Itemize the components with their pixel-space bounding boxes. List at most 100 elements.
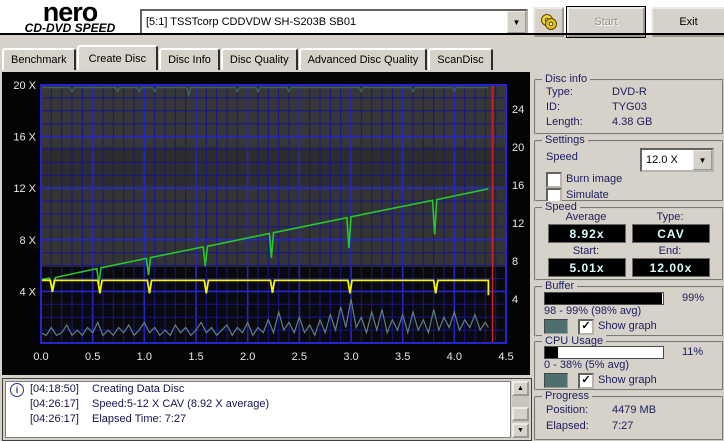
buffer-bar <box>544 292 664 305</box>
svg-text:12: 12 <box>512 218 524 230</box>
svg-text:8 X: 8 X <box>19 235 36 247</box>
drive-select[interactable]: [5:1] TSSTcorp CDDVDW SH-S203B SB01 ▼ <box>140 9 528 35</box>
log-entry-text: Creating Data Disc <box>92 383 185 395</box>
svg-text:20 X: 20 X <box>13 80 36 92</box>
progress-title: Progress <box>542 390 593 402</box>
end-speed-display: 12.00x <box>632 258 710 277</box>
svg-text:12 X: 12 X <box>13 183 36 195</box>
log-entry-time: [04:18:50] <box>30 383 79 395</box>
tab-advanced-disc-quality[interactable]: Advanced Disc Quality <box>298 48 428 70</box>
log-entry: [04:26:17] Elapsed Time: 7:27 <box>6 412 510 427</box>
position-value: 4479 MB <box>612 404 657 416</box>
transfer-rate-chart: 0.0 0.5 1.0 1.5 2.0 2.5 3.0 3.5 4.0 4.5 4 X 8 X 12 X… <box>13 80 524 363</box>
cpu-show-graph-label: Show graph <box>598 374 657 386</box>
scrollbar-thumb[interactable] <box>512 407 529 421</box>
tab-disc-info[interactable]: Disc Info <box>159 48 220 70</box>
simulate-label: Simulate <box>566 189 609 201</box>
chevron-down-icon[interactable]: ▼ <box>507 11 526 33</box>
start-label: Start: <box>572 245 600 257</box>
drive-select-value: [5:1] TSSTcorp CDDVDW SH-S203B SB01 <box>146 16 357 28</box>
log-entry: i [04:18:50] Creating Data Disc <box>6 382 510 397</box>
info-icon: i <box>10 383 24 397</box>
disc-id-value: TYG03 <box>612 101 647 113</box>
start-button-label: Start <box>594 16 618 28</box>
position-label: Position: <box>546 404 589 416</box>
speed-type-display: CAV <box>632 224 710 243</box>
exit-button-label: Exit <box>679 16 698 28</box>
log-entry-time: [04:26:17] <box>30 413 79 425</box>
cpu-percent: 11% <box>682 346 704 358</box>
buffer-percent: 99% <box>682 292 705 304</box>
buffer-group: Buffer 99% 98 - 99% (98% avg) ✓ Show gra… <box>534 280 724 337</box>
buffer-show-graph-label: Show graph <box>598 320 657 332</box>
svg-text:8: 8 <box>512 256 518 268</box>
burn-image-checkbox[interactable] <box>546 172 562 188</box>
speed-label: Speed <box>546 151 578 163</box>
disc-length-value: 4.38 GB <box>612 116 653 128</box>
elapsed-value: 7:27 <box>612 420 634 432</box>
tab-create-disc[interactable]: Create Disc <box>76 45 159 70</box>
buffer-show-graph-checkbox[interactable]: ✓ <box>578 319 594 335</box>
average-speed-display: 8.92x <box>548 224 626 243</box>
svg-text:24: 24 <box>512 104 524 116</box>
speed-select[interactable]: 12.0 X ▼ <box>640 148 714 172</box>
disc-type-value: DVD-R <box>612 86 647 98</box>
buffer-graph-color-swatch <box>544 319 568 334</box>
disc-length-label: Length: <box>546 116 583 128</box>
disc-type-label: Type: <box>546 86 573 98</box>
svg-text:0.0: 0.0 <box>33 351 48 363</box>
log-entry-text: Elapsed Time: 7:27 <box>92 413 187 425</box>
svg-text:16 X: 16 X <box>13 132 36 144</box>
tab-benchmark[interactable]: Benchmark <box>2 48 76 70</box>
nero-cd-dvd-speed-window: nero CD-DVD SPEED [5:1] TSSTcorp CDDVDW … <box>0 0 724 441</box>
svg-text:1.0: 1.0 <box>137 351 152 363</box>
log-entry-time: [04:26:17] <box>30 398 79 410</box>
disc-info-title: Disc info <box>542 73 591 85</box>
settings-group: Settings Speed 12.0 X ▼ Burn image Simul… <box>534 134 724 204</box>
average-label: Average <box>565 211 607 223</box>
end-label: End: <box>658 245 682 257</box>
log-entry-text: Speed:5-12 X CAV (8.92 X average) <box>92 398 270 410</box>
svg-text:2.0: 2.0 <box>240 351 255 363</box>
svg-text:4 X: 4 X <box>19 286 36 298</box>
log-panel: i [04:18:50] Creating Data Disc [04:26:17] S… <box>2 378 532 441</box>
disc-id-label: ID: <box>546 101 561 113</box>
tab-bar: Benchmark Create Disc Disc Info Disc Qualit… <box>2 45 494 70</box>
svg-text:4.5: 4.5 <box>498 351 513 363</box>
svg-text:4.0: 4.0 <box>447 351 462 363</box>
log-list: i [04:18:50] Creating Data Disc [04:26:17] S… <box>5 381 511 438</box>
svg-text:16: 16 <box>512 180 524 192</box>
burn-image-label: Burn image <box>566 173 623 185</box>
cpu-bar <box>544 346 664 359</box>
scroll-down-icon[interactable]: ▼ <box>512 423 529 438</box>
buffer-title: Buffer <box>542 280 578 292</box>
tab-scandisc[interactable]: ScanDisc <box>428 48 493 70</box>
log-scrollbar[interactable]: ▲ ▼ <box>512 381 529 438</box>
buffer-range-text: 98 - 99% (98% avg) <box>544 305 642 317</box>
burn-discs-icon <box>540 14 557 30</box>
speed-group: Speed Average Type: 8.92x CAV Start: End… <box>534 201 724 281</box>
settings-title: Settings <box>542 134 588 146</box>
chevron-down-icon[interactable]: ▼ <box>693 150 712 170</box>
cpu-range-text: 0 - 38% (5% avg) <box>544 359 629 371</box>
cpu-show-graph-checkbox[interactable]: ✓ <box>578 373 594 389</box>
toolbar-divider <box>0 33 724 35</box>
start-speed-display: 5.01x <box>548 258 626 277</box>
log-entry: [04:26:17] Speed:5-12 X CAV (8.92 X avera… <box>6 397 510 412</box>
svg-text:0.5: 0.5 <box>85 351 100 363</box>
cpu-graph-color-swatch <box>544 373 568 388</box>
cpu-group: CPU Usage 11% 0 - 38% (5% avg) ✓ Show gr… <box>534 335 724 391</box>
svg-text:20: 20 <box>512 142 524 154</box>
progress-group: Progress Position: 4479 MB Elapsed: 7:27 <box>534 390 724 441</box>
type-label: Type: <box>656 211 684 223</box>
speed-select-value: 12.0 X <box>646 154 678 166</box>
svg-text:2.5: 2.5 <box>292 351 307 363</box>
svg-text:1.5: 1.5 <box>188 351 203 363</box>
logo-nero-text: nero <box>42 0 99 27</box>
disc-info-group: Disc info Type: DVD-R ID: TYG03 Length: … <box>534 73 724 135</box>
tab-disc-quality[interactable]: Disc Quality <box>220 48 298 70</box>
buffer-bar-fill <box>545 293 662 304</box>
svg-text:4: 4 <box>512 294 518 306</box>
scroll-up-icon[interactable]: ▲ <box>512 381 529 396</box>
toolbar: nero CD-DVD SPEED [5:1] TSSTcorp CDDVDW … <box>0 0 724 38</box>
